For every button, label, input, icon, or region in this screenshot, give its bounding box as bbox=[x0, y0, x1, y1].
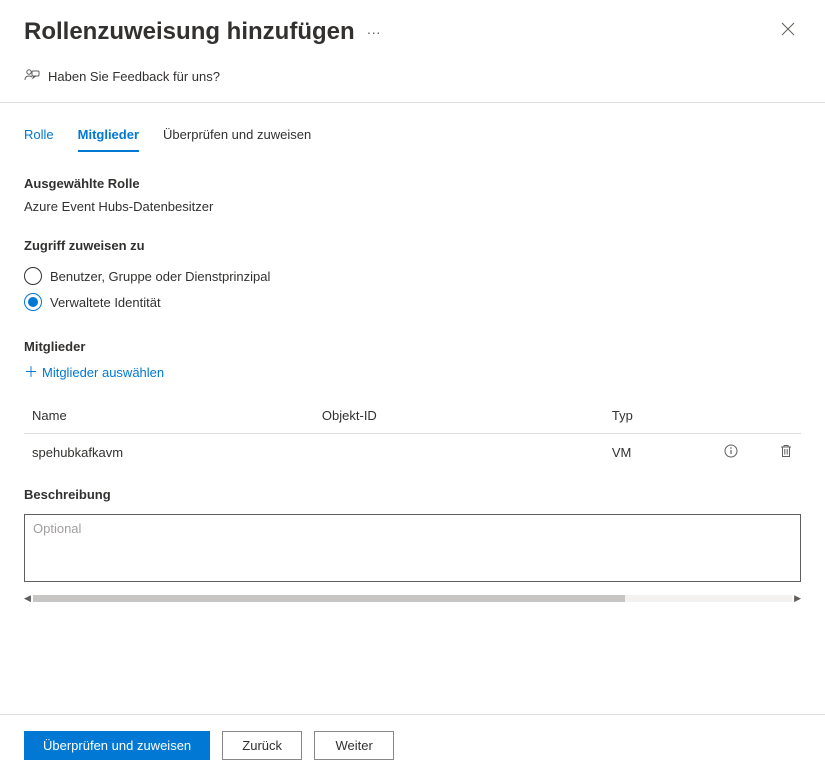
add-members-link[interactable]: ＋ Mitglieder auswählen bbox=[24, 362, 801, 382]
radio-icon-selected bbox=[24, 293, 42, 311]
assign-access-label: Zugriff zuweisen zu bbox=[24, 238, 801, 253]
assign-access-radio-group: Benutzer, Gruppe oder Dienstprinzipal Ve… bbox=[24, 263, 801, 315]
add-members-label: Mitglieder auswählen bbox=[42, 365, 164, 380]
col-type[interactable]: Typ bbox=[604, 398, 708, 434]
next-button[interactable]: Weiter bbox=[314, 731, 394, 760]
cell-type: VM bbox=[604, 434, 708, 472]
tab-review[interactable]: Überprüfen und zuweisen bbox=[163, 121, 311, 152]
selected-role-label: Ausgewählte Rolle bbox=[24, 176, 801, 191]
feedback-label: Haben Sie Feedback für uns? bbox=[48, 69, 220, 84]
scroll-right-icon[interactable]: ▶ bbox=[794, 593, 801, 604]
footer: Überprüfen und zuweisen Zurück Weiter bbox=[0, 714, 825, 776]
more-icon[interactable]: ··· bbox=[363, 20, 385, 44]
cell-objectid bbox=[314, 434, 604, 472]
description-label: Beschreibung bbox=[24, 487, 801, 502]
scroll-track[interactable] bbox=[33, 595, 792, 602]
close-icon bbox=[781, 22, 795, 36]
feedback-link[interactable]: Haben Sie Feedback für uns? bbox=[0, 55, 825, 103]
description-input[interactable] bbox=[24, 514, 801, 582]
info-icon[interactable] bbox=[724, 444, 738, 458]
tab-role[interactable]: Rolle bbox=[24, 121, 54, 152]
tab-members[interactable]: Mitglieder bbox=[78, 121, 139, 152]
radio-user-group[interactable]: Benutzer, Gruppe oder Dienstprinzipal bbox=[24, 263, 801, 289]
col-delete bbox=[755, 398, 801, 434]
scroll-thumb[interactable] bbox=[33, 595, 625, 602]
page-title: Rollenzuweisung hinzufügen bbox=[24, 18, 355, 46]
delete-icon[interactable] bbox=[779, 444, 793, 458]
col-objectid[interactable]: Objekt-ID bbox=[314, 398, 604, 434]
radio-label: Benutzer, Gruppe oder Dienstprinzipal bbox=[50, 269, 270, 284]
feedback-icon bbox=[24, 67, 40, 86]
back-button[interactable]: Zurück bbox=[222, 731, 302, 760]
radio-icon bbox=[24, 267, 42, 285]
content: Ausgewählte Rolle Azure Event Hubs-Daten… bbox=[0, 152, 825, 627]
plus-icon: ＋ bbox=[24, 362, 38, 382]
horizontal-scrollbar[interactable]: ◀ ▶ bbox=[24, 593, 801, 603]
members-table: Name Objekt-ID Typ spehubkafkavm VM bbox=[24, 398, 801, 471]
close-button[interactable] bbox=[775, 16, 801, 47]
members-label: Mitglieder bbox=[24, 339, 801, 354]
scroll-left-icon[interactable]: ◀ bbox=[24, 593, 31, 604]
header-left: Rollenzuweisung hinzufügen ··· bbox=[24, 18, 385, 46]
tabs: Rolle Mitglieder Überprüfen und zuweisen bbox=[0, 121, 825, 152]
review-assign-button[interactable]: Überprüfen und zuweisen bbox=[24, 731, 210, 760]
radio-label: Verwaltete Identität bbox=[50, 295, 161, 310]
page-header: Rollenzuweisung hinzufügen ··· bbox=[0, 0, 825, 55]
col-info bbox=[708, 398, 754, 434]
selected-role-value: Azure Event Hubs-Datenbesitzer bbox=[24, 199, 801, 214]
radio-managed-identity[interactable]: Verwaltete Identität bbox=[24, 289, 801, 315]
col-name[interactable]: Name bbox=[24, 398, 314, 434]
table-row: spehubkafkavm VM bbox=[24, 434, 801, 472]
cell-name: spehubkafkavm bbox=[24, 434, 314, 472]
table-header-row: Name Objekt-ID Typ bbox=[24, 398, 801, 434]
